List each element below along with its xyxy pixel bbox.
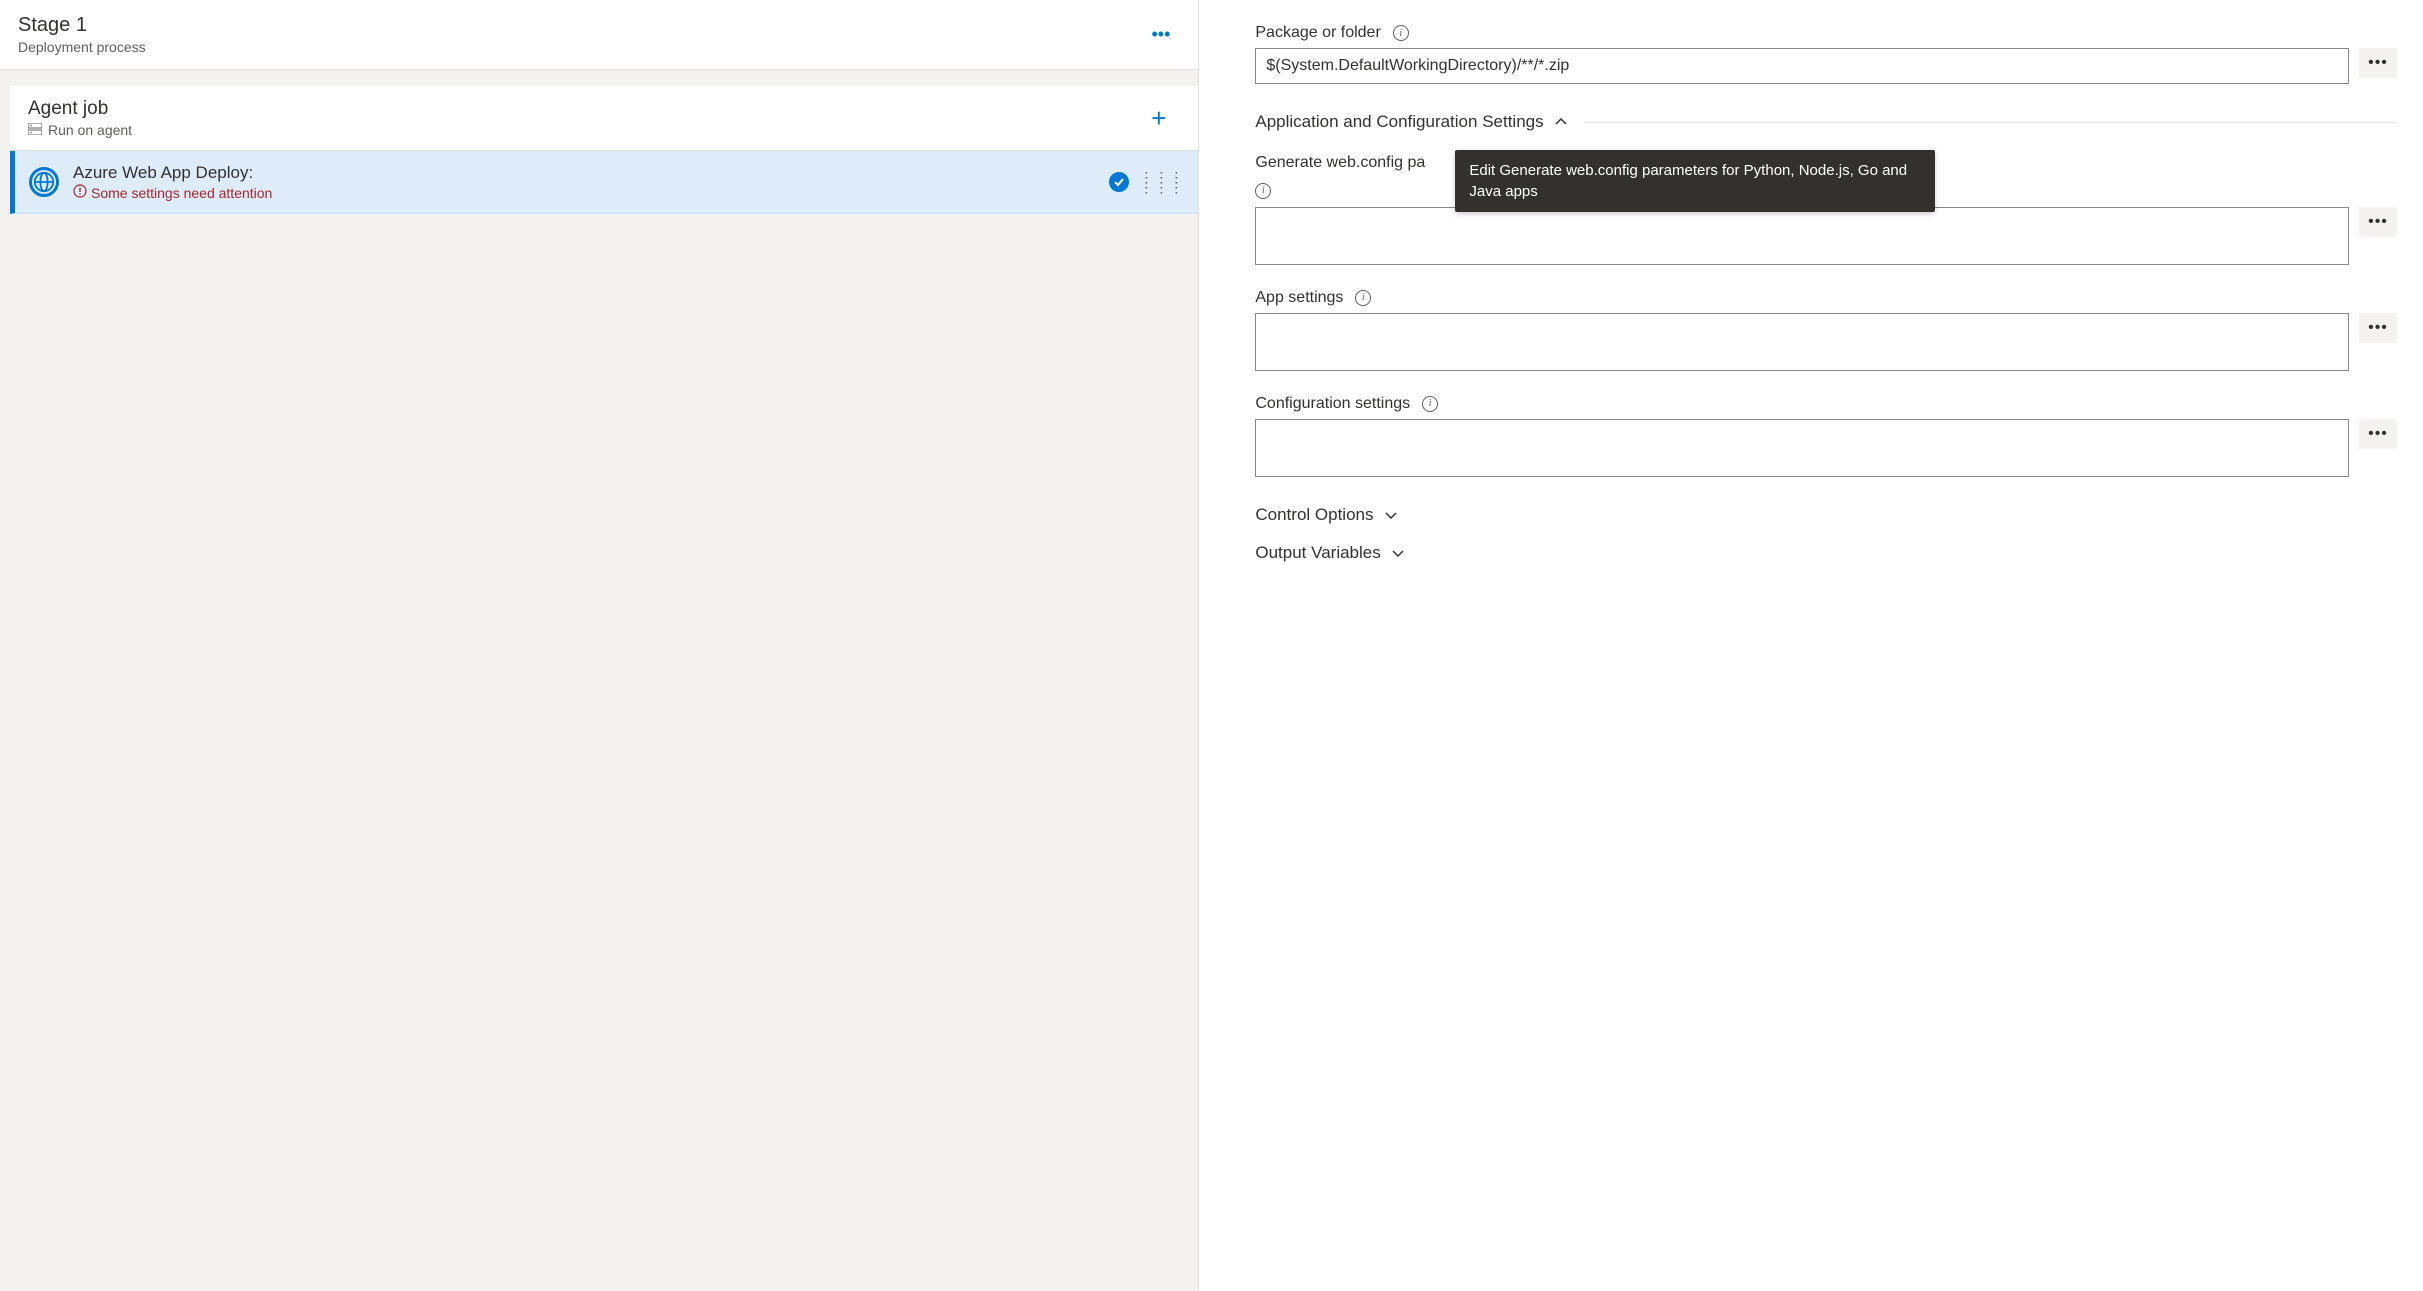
tooltip: Edit Generate web.config parameters for … (1455, 150, 1935, 212)
agent-job-card[interactable]: Agent job Run on agent + (10, 86, 1198, 151)
app-config-section-header[interactable]: Application and Configuration Settings (1255, 112, 2397, 132)
control-options-header[interactable]: Control Options (1255, 505, 2397, 525)
more-button[interactable]: ••• (1141, 20, 1180, 49)
stage-subtitle: Deployment process (18, 39, 146, 55)
server-icon (28, 123, 42, 138)
appsettings-browse-button[interactable]: ••• (2359, 313, 2397, 343)
webconfig-label: Generate web.config pa (1255, 154, 1425, 172)
stage-header: Stage 1 Deployment process ••• (0, 0, 1198, 70)
add-task-button[interactable]: + (1137, 99, 1180, 138)
stage-title: Stage 1 (18, 14, 146, 37)
package-folder-label: Package or folder (1255, 24, 1380, 42)
azure-webapp-icon (29, 167, 59, 197)
agent-job-title: Agent job (28, 98, 132, 120)
info-icon[interactable]: i (1355, 290, 1371, 306)
chevron-up-icon (1554, 115, 1568, 129)
package-folder-input[interactable] (1255, 48, 2349, 84)
configsettings-input[interactable] (1255, 419, 2349, 477)
drag-handle[interactable]: ⋮⋮⋮⋮⋮⋮⋮⋮⋮ (1139, 175, 1184, 190)
task-enabled-badge[interactable] (1109, 172, 1129, 192)
configsettings-label: Configuration settings (1255, 395, 1410, 413)
info-icon[interactable]: i (1255, 183, 1271, 199)
chevron-down-icon (1391, 546, 1405, 560)
browse-package-button[interactable]: ••• (2359, 48, 2397, 78)
task-title: Azure Web App Deploy: (73, 163, 272, 183)
configsettings-browse-button[interactable]: ••• (2359, 419, 2397, 449)
agent-job-subtitle: Run on agent (48, 122, 132, 138)
warning-icon (73, 184, 87, 201)
info-icon[interactable]: i (1422, 396, 1438, 412)
webconfig-browse-button[interactable]: ••• (2359, 207, 2397, 237)
info-icon[interactable]: i (1393, 25, 1409, 41)
webconfig-input[interactable] (1255, 207, 2349, 265)
appsettings-label: App settings (1255, 289, 1343, 307)
app-config-title: Application and Configuration Settings (1255, 112, 1543, 132)
chevron-down-icon (1384, 508, 1398, 522)
task-row[interactable]: Azure Web App Deploy: Some settings need… (10, 151, 1198, 214)
task-warning: Some settings need attention (91, 185, 272, 201)
divider (1584, 122, 2397, 123)
output-variables-header[interactable]: Output Variables (1255, 543, 2397, 563)
output-variables-title: Output Variables (1255, 543, 1380, 563)
appsettings-input[interactable] (1255, 313, 2349, 371)
control-options-title: Control Options (1255, 505, 1373, 525)
tooltip-text: Edit Generate web.config parameters for … (1469, 162, 1907, 200)
